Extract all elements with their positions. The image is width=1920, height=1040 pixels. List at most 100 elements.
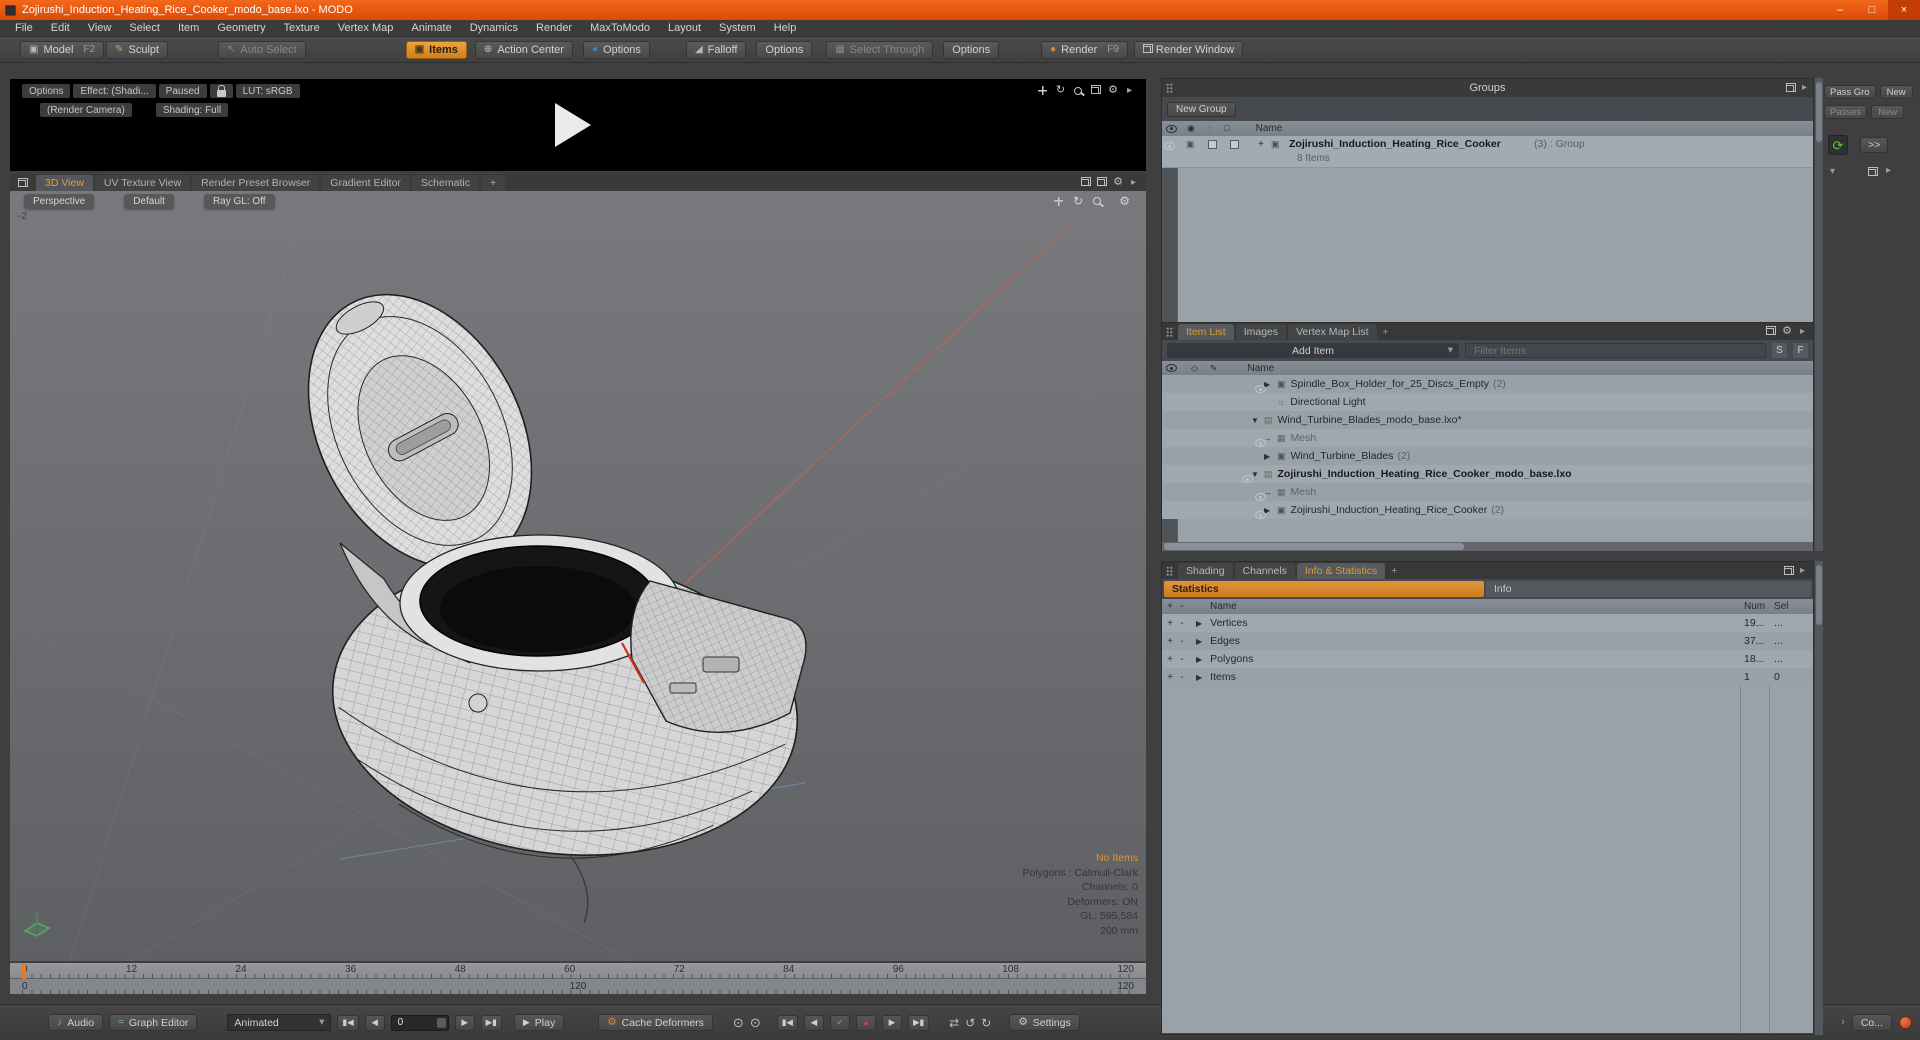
item-label[interactable]: Spindle_Box_Holder_for_25_Discs_Empty — [1291, 378, 1489, 390]
panel-grip[interactable] — [1166, 327, 1173, 337]
expand-toggle[interactable]: ▶ — [1264, 452, 1277, 461]
item-label[interactable]: Mesh — [1291, 486, 1317, 498]
expand-toggle[interactable]: ▶ — [1264, 506, 1277, 515]
panel-tab[interactable]: Vertex Map List — [1288, 324, 1377, 340]
menu-item[interactable]: Layout — [659, 20, 710, 36]
stats-list[interactable]: + - ▶ Vertices 19... ... + - ▶ Edges 37.… — [1162, 614, 1813, 1033]
preview-lut-button[interactable]: LUT: sRGB — [235, 84, 300, 98]
new-pass-group-button[interactable]: New — [1879, 85, 1913, 99]
camera-default-button[interactable]: Default — [124, 194, 174, 209]
group-row[interactable]: ▣ + ▣ Zojirushi_Induction_Heating_Rice_C… — [1162, 136, 1813, 168]
record-button[interactable]: ● — [855, 1014, 876, 1031]
item-row[interactable]: ▶ ▣ Zojirushi_Induction_Heating_Rice_Coo… — [1162, 501, 1813, 519]
expand-toggle[interactable]: + — [1258, 139, 1264, 150]
viewport-tab[interactable]: + — [480, 175, 506, 191]
viewport-layout-icon[interactable] — [18, 178, 28, 187]
more-icon[interactable]: › — [1841, 1017, 1845, 1028]
item-row[interactable]: ▼ ▤ Wind_Turbine_Blades_modo_base.lxo* — [1162, 411, 1813, 429]
menu-item[interactable]: Help — [765, 20, 806, 36]
arrow-icon[interactable]: ▸ — [1886, 166, 1891, 176]
expand-toggle[interactable]: ▶ — [1196, 655, 1202, 664]
remove-icon[interactable]: - — [1176, 636, 1188, 647]
menu-item[interactable]: MaxToModo — [581, 20, 659, 36]
add-icon[interactable]: + — [1164, 618, 1176, 629]
auto-key-button[interactable]: ✓ — [829, 1014, 850, 1031]
select-through-options-button[interactable]: Options — [943, 40, 1000, 59]
item-label[interactable]: Directional Light — [1290, 396, 1365, 408]
panel-grip[interactable] — [1166, 566, 1173, 576]
chevron-down-icon[interactable]: ▾ — [1830, 167, 1835, 177]
settings-button[interactable]: ⚙ Settings — [1009, 1014, 1080, 1031]
step-forward-button[interactable]: ▶ — [881, 1014, 902, 1031]
panel-tab[interactable]: Item List — [1178, 324, 1234, 340]
render-button[interactable]: ● Render F9 — [1041, 40, 1128, 59]
auto-select-button[interactable]: ↖ Auto Select — [218, 40, 306, 59]
forward-button[interactable]: >> — [1860, 137, 1889, 153]
current-frame-marker[interactable] — [22, 963, 26, 979]
menu-item[interactable]: Select — [120, 20, 169, 36]
eye-icon[interactable] — [1255, 511, 1266, 519]
item-list-hscrollbar[interactable] — [1162, 542, 1813, 551]
go-to-end-button[interactable]: ▶▮ — [480, 1014, 502, 1031]
menu-item[interactable]: System — [710, 20, 765, 36]
loop-a-icon[interactable]: ⊙ — [733, 1016, 744, 1029]
action-center-options-button[interactable]: ● Options — [582, 40, 650, 59]
add-icon[interactable]: + — [1164, 672, 1176, 683]
item-row[interactable]: ▶ ▣ Wind_Turbine_Blades (2) — [1162, 447, 1813, 465]
pane-expand-icon[interactable] — [1766, 326, 1777, 335]
maximize-button[interactable]: □ — [1856, 0, 1888, 20]
checkbox[interactable] — [1230, 140, 1239, 149]
stat-row[interactable]: + - ▶ Polygons 18... ... — [1162, 650, 1813, 668]
zoom-icon[interactable] — [1093, 197, 1102, 205]
viewport-tab[interactable]: UV Texture View — [94, 175, 191, 191]
render-preview[interactable]: Options Effect: (Shadi... Paused LUT: sR… — [10, 79, 1146, 171]
minimize-button[interactable]: – — [1824, 0, 1856, 20]
cache-deformers-button[interactable]: ⚙ Cache Deformers — [598, 1014, 713, 1031]
gear-icon[interactable]: ⚙ — [1782, 326, 1792, 337]
expand-toggle[interactable]: ▶ — [1196, 637, 1202, 646]
pass-group-button[interactable]: Pass Gro — [1824, 85, 1876, 99]
new-pass-button[interactable]: New — [1871, 105, 1905, 119]
prev-frame-button[interactable]: ◀ — [364, 1014, 385, 1031]
panel-tab[interactable]: + — [1387, 563, 1401, 579]
eye-icon[interactable] — [1242, 475, 1253, 483]
arrow-icon[interactable]: ▸ — [1131, 177, 1136, 188]
collapse-all-icon[interactable]: - — [1176, 601, 1188, 612]
items-selection-mode-button[interactable]: ▣ Items — [405, 40, 467, 59]
pane-expand-icon[interactable] — [1783, 565, 1794, 575]
pane-split-icon[interactable] — [1081, 177, 1092, 186]
menu-item[interactable]: Vertex Map — [329, 20, 403, 36]
timeline-range-bar[interactable]: 0 120 120 — [10, 979, 1146, 994]
info-subtab[interactable]: Info — [1486, 581, 1811, 597]
item-row[interactable]: → ▦ Mesh — [1162, 429, 1813, 447]
remove-icon[interactable]: - — [1176, 654, 1188, 665]
select-through-button[interactable]: ▦ Select Through — [826, 40, 934, 59]
refresh-button[interactable]: ⟳ — [1828, 135, 1848, 155]
sculpt-mode-button[interactable]: ✎ Sculpt — [106, 40, 169, 59]
expand-toggle[interactable]: → — [1264, 488, 1277, 497]
add-item-button[interactable]: Add Item ▾ — [1167, 343, 1459, 358]
filter-items-input[interactable] — [1465, 343, 1766, 358]
expand-toggle[interactable]: ▶ — [1196, 619, 1202, 628]
preview-lock-button[interactable] — [209, 84, 233, 98]
frame-scrub-handle[interactable] — [436, 1017, 446, 1028]
key-next-button[interactable]: ▶▮ — [907, 1014, 930, 1031]
menu-item[interactable]: Edit — [42, 20, 79, 36]
expand-toggle[interactable]: ▶ — [1264, 380, 1277, 389]
viewport-tab[interactable]: Schematic — [411, 175, 479, 191]
animation-mode-dropdown[interactable]: Animated ▾ — [227, 1014, 332, 1031]
eye-icon[interactable] — [1164, 142, 1175, 150]
item-label[interactable]: Zojirushi_Induction_Heating_Rice_Cooker — [1291, 504, 1488, 516]
arrow-icon[interactable]: ▸ — [1802, 83, 1807, 93]
remove-icon[interactable]: - — [1176, 618, 1188, 629]
stat-row[interactable]: + - ▶ Items 1 0 — [1162, 668, 1813, 686]
add-icon[interactable]: + — [1164, 654, 1176, 665]
model-mode-button[interactable]: ▣ Model F2 — [20, 40, 105, 59]
raygl-button[interactable]: Ray GL: Off — [203, 194, 275, 209]
preview-effect-button[interactable]: Effect: (Shadi... — [73, 84, 156, 98]
gear-icon[interactable]: ⚙ — [1113, 177, 1123, 188]
item-row[interactable]: ☼ Directional Light — [1162, 393, 1813, 411]
menu-item[interactable]: View — [79, 20, 121, 36]
preview-play-icon[interactable] — [555, 103, 591, 147]
panel-grip[interactable] — [1166, 83, 1173, 93]
